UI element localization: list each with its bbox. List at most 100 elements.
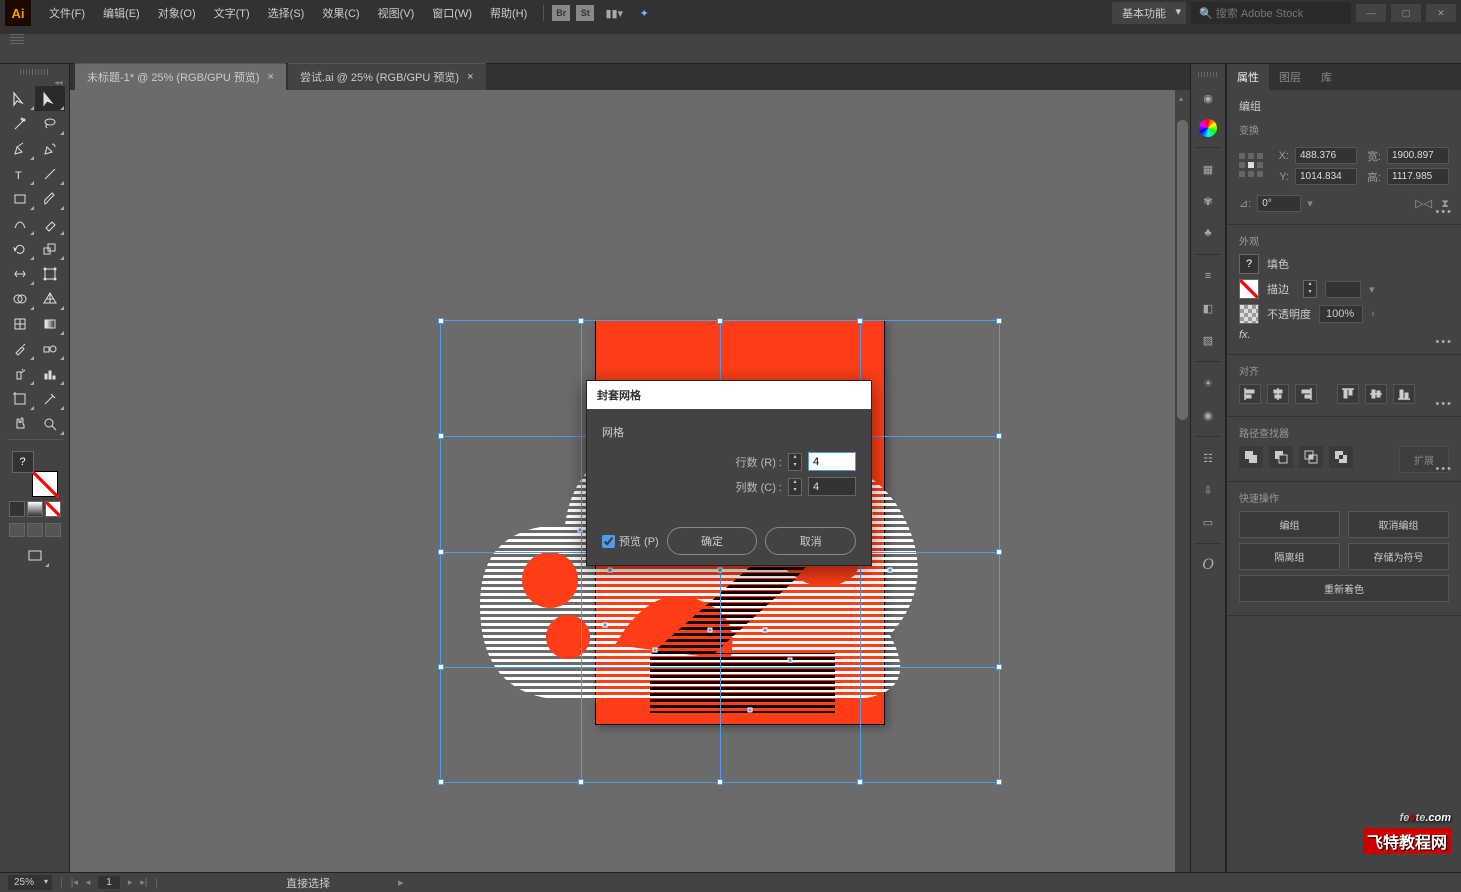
group-button[interactable]: 编组: [1239, 511, 1340, 538]
paintbrush-tool[interactable]: [35, 186, 65, 211]
scale-tool[interactable]: [35, 236, 65, 261]
symbol-sprayer-tool[interactable]: [5, 361, 35, 386]
type-panel-icon[interactable]: O: [1197, 554, 1219, 576]
pf-unite[interactable]: [1239, 446, 1263, 468]
swatches-panel-icon[interactable]: ▦: [1197, 158, 1219, 180]
type-tool[interactable]: T: [5, 161, 35, 186]
stroke-weight[interactable]: ▴▾: [1303, 280, 1317, 298]
pf-minus-front[interactable]: [1269, 446, 1293, 468]
align-bottom[interactable]: [1393, 384, 1415, 404]
reference-point[interactable]: [1239, 153, 1265, 179]
curvature-tool[interactable]: [35, 136, 65, 161]
artboards-panel-icon[interactable]: ▭: [1197, 511, 1219, 533]
opacity-icon[interactable]: [1239, 304, 1259, 324]
nav-first[interactable]: |◂: [71, 877, 78, 888]
draw-inside[interactable]: [45, 523, 61, 537]
direct-selection-tool[interactable]: [35, 86, 65, 111]
appearance-panel-icon[interactable]: ☀: [1197, 372, 1219, 394]
maximize-button[interactable]: ▢: [1391, 4, 1421, 22]
recolor-button[interactable]: 重新着色: [1239, 575, 1449, 602]
ok-button[interactable]: 确定: [667, 527, 758, 555]
gpu-icon[interactable]: ✦: [634, 5, 654, 21]
eraser-tool[interactable]: [35, 211, 65, 236]
preview-checkbox[interactable]: 预览 (P): [602, 533, 659, 549]
menu-help[interactable]: 帮助(H): [482, 1, 535, 25]
workspace-switcher[interactable]: 基本功能: [1112, 2, 1186, 24]
align-hcenter[interactable]: [1267, 384, 1289, 404]
nav-prev[interactable]: ◂: [86, 877, 91, 888]
close-icon[interactable]: ×: [467, 71, 473, 83]
align-left[interactable]: [1239, 384, 1261, 404]
tab-libraries[interactable]: 库: [1311, 64, 1342, 90]
more-options-icon[interactable]: •••: [1435, 206, 1453, 218]
x-input[interactable]: [1295, 147, 1357, 164]
fx-label[interactable]: fx.: [1239, 329, 1251, 341]
menu-object[interactable]: 对象(O): [150, 1, 204, 25]
brushes-panel-icon[interactable]: ✾: [1197, 190, 1219, 212]
graph-tool[interactable]: [35, 361, 65, 386]
vertical-scrollbar[interactable]: ▴: [1175, 90, 1190, 872]
gradient-panel-icon[interactable]: ◧: [1197, 297, 1219, 319]
color-mode[interactable]: [9, 501, 25, 517]
shape-builder-tool[interactable]: [5, 286, 35, 311]
menu-edit[interactable]: 编辑(E): [95, 1, 148, 25]
asset-export-icon[interactable]: ⇩: [1197, 479, 1219, 501]
close-icon[interactable]: ×: [268, 71, 274, 83]
menu-view[interactable]: 视图(V): [370, 1, 423, 25]
fill-swatch[interactable]: ?: [1239, 254, 1259, 274]
pf-intersect[interactable]: [1299, 446, 1323, 468]
status-arrow[interactable]: ▸: [398, 876, 404, 889]
gradient-mode[interactable]: [27, 501, 43, 517]
screen-mode[interactable]: [20, 543, 50, 568]
tab-file2[interactable]: 尝试.ai @ 25% (RGB/GPU 预览)×: [288, 63, 486, 90]
pf-exclude[interactable]: [1329, 446, 1353, 468]
search-stock-input[interactable]: 🔍 搜索 Adobe Stock: [1191, 2, 1351, 24]
cols-spinner[interactable]: ▴▾: [788, 478, 802, 496]
menu-file[interactable]: 文件(F): [41, 1, 93, 25]
rows-input[interactable]: [808, 452, 856, 471]
layers-panel-icon[interactable]: ☷: [1197, 447, 1219, 469]
nav-last[interactable]: ▸|: [140, 877, 147, 888]
mesh-tool[interactable]: [5, 311, 35, 336]
save-symbol-button[interactable]: 存储为符号: [1348, 543, 1449, 570]
symbols-panel-icon[interactable]: ♣: [1197, 222, 1219, 244]
align-vcenter[interactable]: [1365, 384, 1387, 404]
fill-stroke-swatch[interactable]: ?: [12, 451, 58, 497]
free-transform-tool[interactable]: [35, 261, 65, 286]
slice-tool[interactable]: [35, 386, 65, 411]
isolate-button[interactable]: 隔离组: [1239, 543, 1340, 570]
transparency-panel-icon[interactable]: ▨: [1197, 329, 1219, 351]
cancel-button[interactable]: 取消: [765, 527, 856, 555]
width-tool[interactable]: [5, 261, 35, 286]
pen-tool[interactable]: [5, 136, 35, 161]
nav-next[interactable]: ▸: [128, 877, 133, 888]
bridge-icon[interactable]: Br: [552, 5, 570, 21]
angle-input[interactable]: [1257, 195, 1301, 212]
minimize-button[interactable]: —: [1356, 4, 1386, 22]
y-input[interactable]: [1295, 168, 1357, 185]
more-options-icon[interactable]: •••: [1435, 336, 1453, 348]
hand-tool[interactable]: [5, 411, 35, 436]
magic-wand-tool[interactable]: [5, 111, 35, 136]
tab-untitled[interactable]: 未标题-1* @ 25% (RGB/GPU 预览)×: [75, 63, 286, 90]
more-options-icon[interactable]: •••: [1435, 463, 1453, 475]
stroke-panel-icon[interactable]: ≡: [1197, 265, 1219, 287]
shaper-tool[interactable]: [5, 211, 35, 236]
draw-normal[interactable]: [9, 523, 25, 537]
zoom-dropdown[interactable]: 25%: [8, 875, 52, 890]
tab-layers[interactable]: 图层: [1269, 64, 1311, 90]
menu-select[interactable]: 选择(S): [260, 1, 313, 25]
eyedropper-tool[interactable]: [5, 336, 35, 361]
more-options-icon[interactable]: •••: [1435, 398, 1453, 410]
perspective-tool[interactable]: [35, 286, 65, 311]
none-mode[interactable]: [45, 501, 61, 517]
stock-icon[interactable]: St: [576, 5, 594, 21]
blend-tool[interactable]: [35, 336, 65, 361]
cols-input[interactable]: [808, 477, 856, 496]
artboard-tool[interactable]: [5, 386, 35, 411]
close-button[interactable]: ✕: [1426, 4, 1456, 22]
color-panel-icon[interactable]: ◉: [1197, 87, 1219, 109]
arrange-icon[interactable]: ▮▮▾: [604, 5, 624, 21]
rectangle-tool[interactable]: [5, 186, 35, 211]
canvas[interactable]: ▴: [70, 90, 1190, 872]
